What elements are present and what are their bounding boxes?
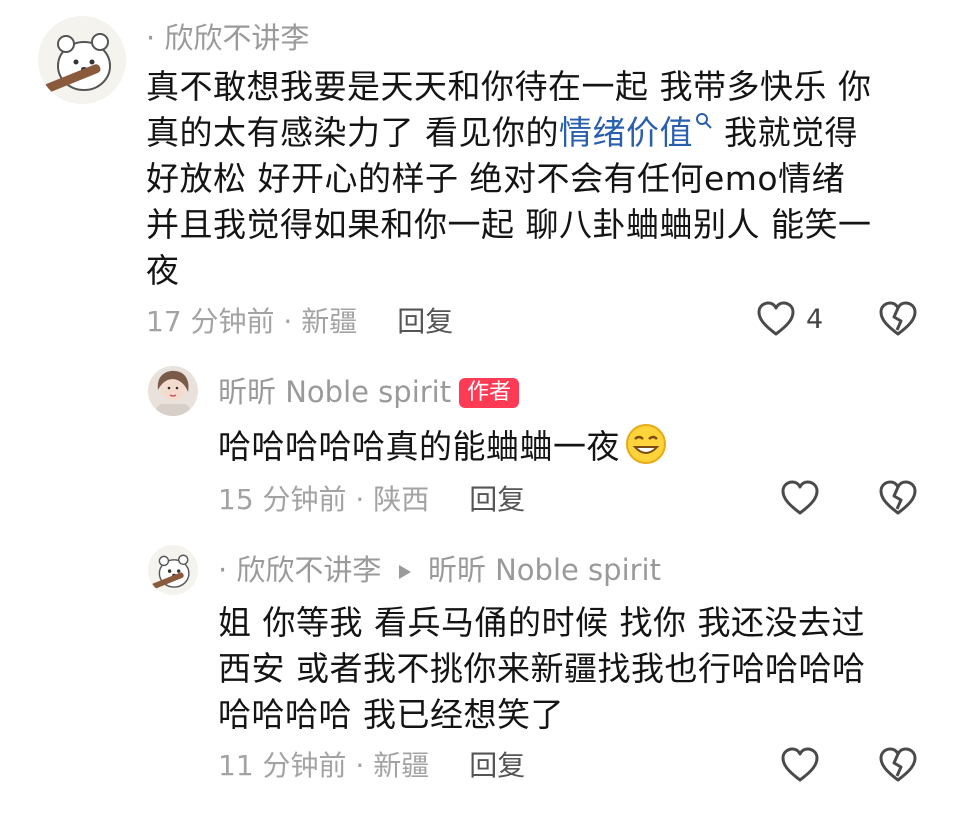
bear-avatar-image xyxy=(38,16,126,104)
play-arrow-icon xyxy=(398,565,411,579)
heart-outline-icon xyxy=(757,301,795,336)
comment-line: 姐 你等我 看兵马俑的时候 找你 我还没去过 xyxy=(218,603,865,642)
reply-button[interactable]: 回复 xyxy=(469,749,525,782)
comment-line: 哈哈哈哈哈真的能蛐蛐一夜 xyxy=(218,422,668,470)
reply-to-username[interactable]: 昕昕 Noble spirit xyxy=(428,553,661,587)
like-count: 4 xyxy=(806,303,824,335)
comment-meta: 11 分钟前 · 新疆 回复 xyxy=(218,748,525,784)
heart-outline-icon xyxy=(781,747,819,782)
comment-line-end: 我就觉得 xyxy=(713,113,858,152)
comment-line: 西安 或者我不挑你来新疆找我也行哈哈哈哈 xyxy=(218,649,866,688)
comment-username-line: · 欣欣不讲李 昕昕 Noble spirit xyxy=(218,552,661,588)
topic-link[interactable]: 情绪价值 xyxy=(559,113,713,152)
dislike-button[interactable] xyxy=(878,300,918,338)
comment-text: 姐 你等我 看兵马俑的时候 找你 我还没去过 西安 或者我不挑你来新疆找我也行哈… xyxy=(218,600,866,738)
comment-line-start: 真的太有感染力了 看见你的 xyxy=(146,113,559,152)
comment-line: 哈哈哈哈 我已经想笑了 xyxy=(218,695,564,734)
comment-username[interactable]: 昕昕 Noble spirit xyxy=(218,375,451,409)
comment-username[interactable]: · 欣欣不讲李 xyxy=(218,553,381,587)
avatar-user-xinxin[interactable] xyxy=(148,545,198,595)
comment-text: 哈哈哈哈哈真的能蛐蛐一夜 xyxy=(218,422,668,470)
avatar-user-xinxin[interactable] xyxy=(38,16,126,104)
comment-line: 真的太有感染力了 看见你的情绪价值 我就觉得 xyxy=(146,110,871,156)
heart-outline-icon xyxy=(781,480,819,515)
comment-time-location: 11 分钟前 · 新疆 xyxy=(218,749,430,782)
dislike-button[interactable] xyxy=(878,746,918,784)
dislike-button[interactable] xyxy=(878,479,918,517)
reply-button[interactable]: 回复 xyxy=(469,483,525,516)
reply-button[interactable]: 回复 xyxy=(397,305,453,338)
comment-username[interactable]: · 欣欣不讲李 xyxy=(146,20,309,56)
broken-heart-icon xyxy=(879,747,917,782)
comment-username-line: 昕昕 Noble spirit 作者 xyxy=(218,374,520,410)
grin-emoji-icon xyxy=(626,424,666,464)
like-button[interactable] xyxy=(780,746,820,784)
avatar-user-xinxin-author[interactable] xyxy=(148,366,198,416)
search-icon xyxy=(696,113,712,129)
comment-line: 真不敢想我要是天天和你待在一起 我带多快乐 你 xyxy=(146,67,872,106)
comment-line: 并且我觉得如果和你一起 聊八卦蛐蛐别人 能笑一 xyxy=(146,205,872,244)
portrait-avatar-image xyxy=(148,366,198,416)
comment-time-location: 17 分钟前 · 新疆 xyxy=(146,305,358,338)
like-button[interactable]: 4 xyxy=(756,300,823,338)
author-badge: 作者 xyxy=(459,378,520,408)
comment-line-text: 哈哈哈哈哈真的能蛐蛐一夜 xyxy=(218,427,620,466)
bear-avatar-image xyxy=(148,545,198,595)
topic-link-text: 情绪价值 xyxy=(559,113,693,152)
like-button[interactable] xyxy=(780,479,820,517)
comment-meta: 15 分钟前 · 陕西 回复 xyxy=(218,482,525,518)
comment-text: 真不敢想我要是天天和你待在一起 我带多快乐 你 真的太有感染力了 看见你的情绪价… xyxy=(146,64,871,294)
comment-line: 夜 xyxy=(146,251,180,290)
comment-time-location: 15 分钟前 · 陕西 xyxy=(218,483,430,516)
broken-heart-icon xyxy=(879,480,917,515)
comment-meta: 17 分钟前 · 新疆 回复 xyxy=(146,304,453,340)
broken-heart-icon xyxy=(879,301,917,336)
comment-line: 好放松 好开心的样子 绝对不会有任何emo情绪 xyxy=(146,159,846,198)
